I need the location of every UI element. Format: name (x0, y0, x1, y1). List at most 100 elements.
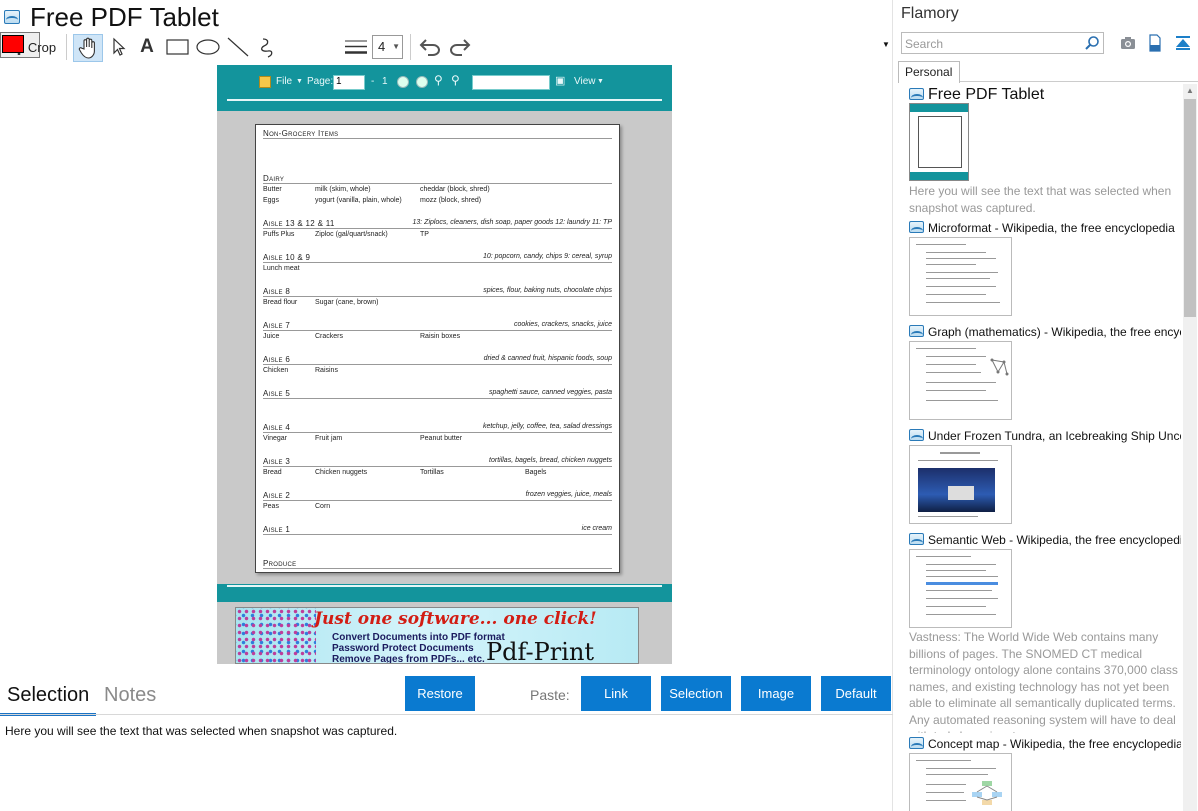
next-page-icon[interactable] (416, 76, 428, 88)
tab-notes[interactable]: Notes (104, 684, 156, 707)
banner-line: Convert Documents into PDF format (332, 632, 505, 643)
ellipse-tool-button[interactable] (194, 32, 222, 62)
snapshot-title[interactable]: Graph (mathematics) - Wikipedia, the fre… (909, 325, 1181, 339)
section-heading: Aisle 8 (263, 287, 291, 296)
zoom-out-icon[interactable]: ⚲ (451, 73, 460, 87)
app-icon (909, 325, 924, 337)
camera-icon[interactable] (1119, 34, 1137, 52)
divider (0, 714, 893, 715)
freehand-icon (261, 38, 273, 58)
snapshot-thumbnail[interactable] (909, 549, 1012, 628)
flamory-sidebar: Flamory Search Personal ▲ Free PDF Table… (894, 0, 1198, 811)
title-row: Free PDF Tablet (0, 0, 893, 34)
snapshot-title[interactable]: Under Frozen Tundra, an Icebreaking Ship… (909, 429, 1181, 443)
toolbar-divider (227, 99, 662, 101)
line-width-value: 4 (378, 39, 386, 54)
snapshot-thumbnail[interactable] (909, 445, 1012, 524)
document-icon[interactable] (1146, 34, 1164, 52)
list-cell: Fruit jam (315, 435, 343, 442)
tab-selection[interactable]: Selection (7, 684, 89, 707)
scrollbar-thumb[interactable] (1184, 99, 1196, 317)
snapshot-thumbnail[interactable] (909, 753, 1012, 811)
toolbar-separator (410, 34, 411, 60)
list-cell: Ziploc (gal/quart/snack) (315, 231, 388, 238)
section-heading: Aisle 10 & 9 (263, 253, 311, 262)
paste-selection-button[interactable]: Selection (661, 676, 731, 711)
list-section-header: Dairy (263, 174, 612, 184)
chevron-down-icon: ▼ (597, 78, 604, 85)
paste-default-button[interactable]: Default (821, 676, 891, 711)
snapshot-title[interactable]: Free PDF Tablet (909, 86, 1181, 104)
arrow-pointer-icon (113, 37, 126, 56)
hand-tool-button[interactable] (73, 34, 103, 62)
selection-text[interactable]: Here you will see the text that was sele… (5, 724, 397, 738)
list-cell: milk (skim, whole) (315, 186, 371, 193)
prev-page-icon[interactable] (397, 76, 409, 88)
paste-link-button[interactable]: Link (581, 676, 651, 711)
restore-button[interactable]: Restore (405, 676, 475, 711)
search-icon[interactable] (1084, 35, 1100, 51)
section-heading: Non-Grocery Items (263, 129, 339, 138)
snapshot-title[interactable]: Concept map - Wikipedia, the free encycl… (909, 737, 1181, 751)
section-heading: Aisle 4 (263, 423, 291, 432)
list-cell: Bread flour (263, 299, 298, 306)
list-cell: Peanut butter (420, 435, 463, 442)
pdf-file-menu[interactable]: File (276, 76, 292, 87)
snapshot-thumbnail[interactable] (909, 103, 969, 181)
tab-personal[interactable]: Personal (898, 61, 960, 83)
snapshot-title[interactable]: Microformat - Wikipedia, the free encycl… (909, 221, 1181, 235)
section-heading: Aisle 2 (263, 491, 291, 500)
sidebar-title: Flamory (901, 5, 959, 22)
redo-button[interactable] (446, 32, 474, 62)
list-cell: Bread (263, 469, 282, 476)
section-heading: Dairy (263, 174, 285, 183)
section-note: 13: Ziplocs, cleaners, dish soap, paper … (412, 219, 613, 226)
list-cell: Crackers (315, 333, 344, 340)
list-cell: Raisins (315, 367, 338, 374)
pdf-view-menu[interactable]: View (574, 76, 596, 87)
undo-button[interactable] (416, 32, 444, 62)
list-cell: Vinegar (263, 435, 288, 442)
search-input[interactable]: Search (901, 32, 1104, 54)
search-placeholder: Search (905, 37, 944, 51)
snapshot-title[interactable]: Semantic Web - Wikipedia, the free encyc… (909, 533, 1181, 547)
scroll-up-icon[interactable]: ▲ (1183, 84, 1197, 98)
redo-icon (450, 39, 471, 56)
section-note: spaghetti sauce, canned veggies, pasta (489, 389, 612, 396)
chevron-down-icon: ▼ (882, 39, 890, 49)
pdf-footer-bar (217, 584, 672, 602)
eject-icon[interactable] (1174, 34, 1192, 52)
ad-banner[interactable]: Just one software... one click! Convert … (235, 607, 639, 664)
snapshot-note[interactable]: Vastness: The World Wide Web contains ma… (909, 629, 1181, 733)
list-cell: Corn (315, 503, 331, 510)
text-tool-button[interactable]: A (136, 32, 158, 62)
zoom-in-icon[interactable]: ⚲ (434, 73, 443, 87)
pdf-page: Non-Grocery Items Dairy Butter milk (skim, … (255, 124, 620, 573)
section-note: cookies, crackers, snacks, juice (513, 321, 612, 328)
list-section-header: Aisle 6 dried & canned fruit, hispanic fo… (263, 355, 612, 365)
freehand-tool-button[interactable] (254, 32, 282, 62)
select-tool-button[interactable] (107, 32, 131, 62)
line-width-select[interactable]: 4 ▼ (372, 35, 403, 59)
pdf-viewer[interactable]: File ▼ Page: 1 - 1 ⚲ ⚲ ▣ View ▼ Non-Groc… (217, 65, 672, 664)
section-heading: Aisle 1 (263, 525, 291, 534)
snapshot-note[interactable]: Here you will see the text that was sele… (909, 183, 1181, 216)
rectangle-tool-button[interactable] (164, 32, 192, 62)
snapshot-thumbnail[interactable] (909, 341, 1012, 420)
banner-line: Remove Pages from PDFs... etc. (332, 654, 485, 664)
main-area: Free PDF Tablet Crop A ▼ 4 ▼ File ▼ Page… (0, 0, 893, 811)
list-section-header: Aisle 4 ketchup, jelly, coffee, tea, sala… (263, 423, 612, 433)
section-note: frozen veggies, juice, meals (525, 491, 612, 498)
crop-label: Crop (27, 39, 57, 55)
search-icon[interactable]: ▣ (555, 74, 565, 87)
pdf-page-input[interactable]: 1 (333, 75, 365, 90)
snapshot-thumbnail[interactable] (909, 237, 1012, 316)
list-cell: Butter (263, 186, 282, 193)
banner-logo: Pdf-Print (486, 638, 595, 664)
paste-image-button[interactable]: Image (741, 676, 811, 711)
line-tool-button[interactable] (224, 32, 252, 62)
pdf-search-input[interactable] (472, 75, 550, 90)
banner-headline: Just one software... one click! (314, 609, 597, 629)
list-section-header: Aisle 7 cookies, crackers, snacks, juice (263, 321, 612, 331)
section-heading: Produce (263, 559, 297, 568)
